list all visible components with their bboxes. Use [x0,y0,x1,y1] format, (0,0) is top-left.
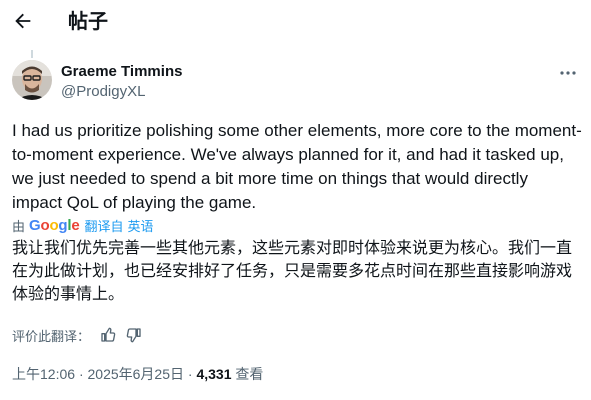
source-language: 英语 [127,218,154,234]
avatar[interactable] [12,60,52,100]
thread-line [31,50,33,58]
post-meta: 上午12:06 · 2025年6月25日 · 4,331 查看 [12,365,263,383]
thumbs-down-icon[interactable] [126,327,142,343]
rate-translation: 评价此翻译： [12,326,142,344]
view-count: 4,331 [196,366,232,382]
meta-separator: · [78,366,84,382]
translation-source-link[interactable]: 翻译自 英语 [85,216,158,235]
page-header: 帖子 [0,0,591,46]
translate-from-label: 翻译自 [84,218,124,234]
rate-translation-label: 评价此翻译： [12,328,91,344]
translated-by-label: 由 [12,218,26,234]
google-logo: Google [29,216,80,234]
author-handle[interactable]: @ProdigyXL [61,83,145,101]
more-horizontal-icon[interactable] [558,66,578,78]
thumbs-up-icon[interactable] [100,327,116,343]
meta-separator: · [187,366,193,382]
translated-text: 我让我们优先完善一些其他元素，这些元素对即时体验来说更为核心。我们一直在为此做计… [12,240,573,303]
author-name[interactable]: Graeme Timmins [61,63,182,81]
page-title: 帖子 [68,11,108,33]
views-label: 查看 [235,366,264,382]
translation-attribution: 由 Google 翻译自 英语 [12,216,158,234]
post-text: I had us prioritize polishing some other… [12,121,582,212]
post-date[interactable]: 2025年6月25日 [88,366,185,382]
post-time[interactable]: 上午12:06 [12,366,75,382]
arrow-left-icon[interactable] [12,10,34,32]
